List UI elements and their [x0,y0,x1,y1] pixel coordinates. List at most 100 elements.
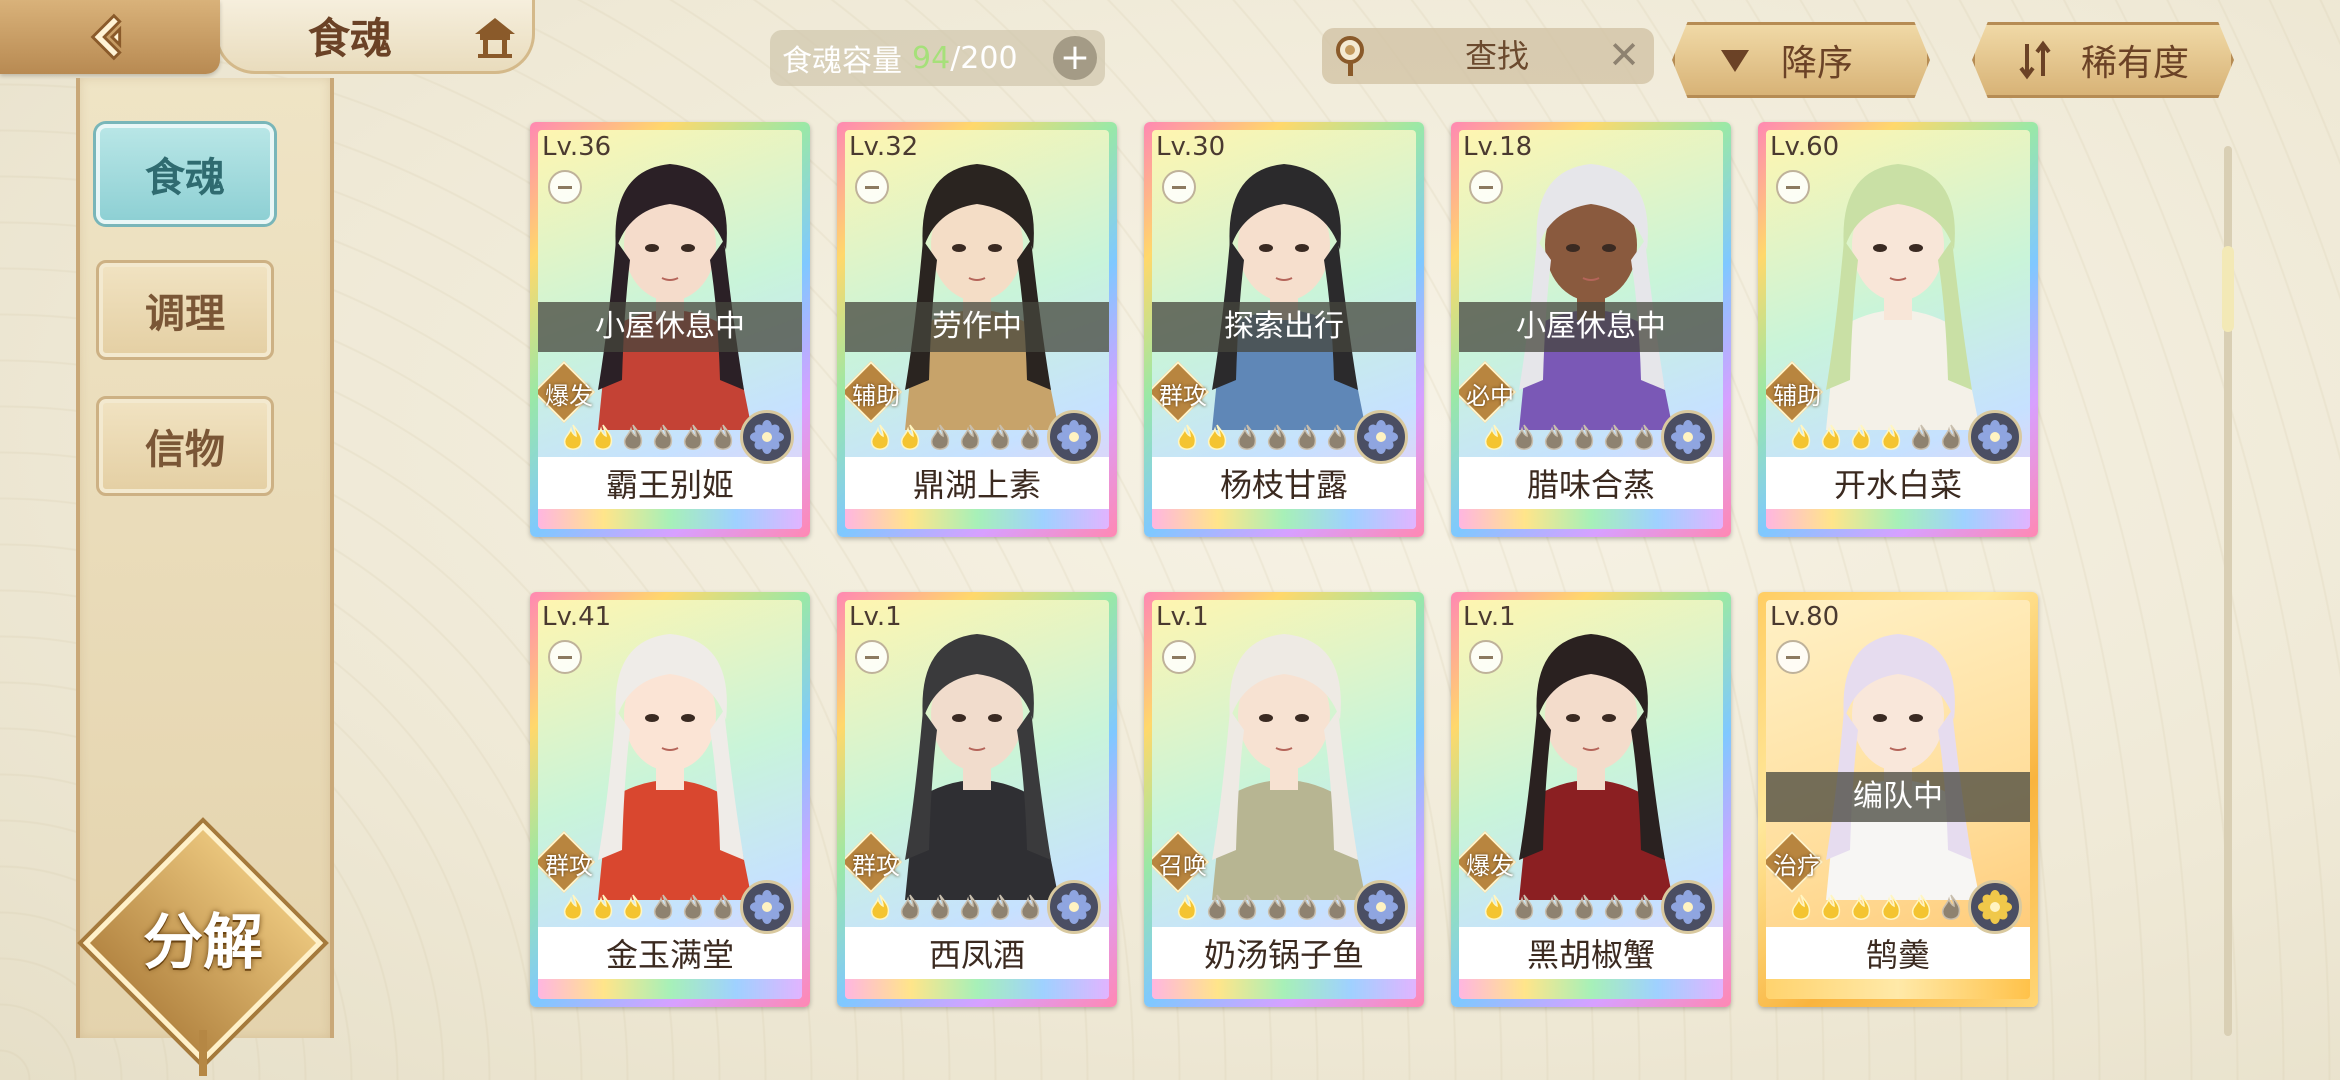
element-flower-icon [1661,880,1715,934]
role-label: 群攻 [1159,382,1207,410]
lock-icon[interactable] [548,170,582,204]
rarity-flame-icon [1514,424,1534,450]
rarity-flame-icon [593,894,613,920]
role-badge: 治疗 [1766,830,1824,894]
rarity-flame-icon [683,894,703,920]
lock-icon[interactable] [1469,170,1503,204]
rarity-flame-icon [960,424,980,450]
capacity-max: /200 [950,40,1018,76]
rarity-flame-icon [930,424,950,450]
clear-search-icon[interactable]: ✕ [1608,36,1640,74]
sort-field-button[interactable]: 稀有度 [1972,22,2234,98]
sort-field-label: 稀有度 [2081,43,2190,84]
card-bottom-strip [1152,509,1416,529]
rarity-flame-icon [1544,894,1564,920]
rarity-flame-icon [1327,894,1347,920]
card-bottom-strip [845,509,1109,529]
food-soul-card[interactable]: Lv.1 群攻 西凤酒 [837,592,1117,1007]
food-soul-card[interactable]: Lv.32 劳作中 辅助 鼎湖上素 [837,122,1117,537]
level-label: Lv.80 [1770,602,1840,632]
level-label: Lv.1 [1156,602,1209,632]
house-icon[interactable] [470,12,520,62]
lock-icon[interactable] [1776,640,1810,674]
lock-icon[interactable] [1162,170,1196,204]
role-badge: 群攻 [1152,360,1210,424]
food-soul-card[interactable]: Lv.1 召唤 奶汤锅子鱼 [1144,592,1424,1007]
flower-icon [1671,890,1705,924]
tab-food-souls[interactable]: 食魂 [96,124,274,224]
food-soul-card[interactable]: Lv.41 群攻 金玉满堂 [530,592,810,1007]
card-bottom-strip [1766,979,2030,999]
card-body: Lv.32 劳作中 辅助 鼎湖上素 [845,130,1109,529]
element-flower-icon [1661,410,1715,464]
rarity-flame-icon [1604,424,1624,450]
rarity-flame-icon [1851,424,1871,450]
level-label: Lv.1 [849,602,902,632]
food-soul-card[interactable]: Lv.60 辅助 开水白菜 [1758,122,2038,537]
role-badge: 必中 [1459,360,1517,424]
sort-order-button[interactable]: 降序 [1672,22,1930,98]
role-label: 辅助 [852,382,900,410]
level-label: Lv.41 [542,602,612,632]
character-name: 霸王别姬 [538,457,802,509]
rarity-flame-icon [1604,894,1624,920]
expand-capacity-button[interactable]: + [1053,36,1097,80]
element-flower-icon [740,880,794,934]
rarity-flame-icon [1911,894,1931,920]
scrollbar-thumb[interactable] [2222,246,2234,332]
lock-icon[interactable] [855,640,889,674]
flower-icon [1057,420,1091,454]
status-banner: 编队中 [1766,772,2030,822]
tab-cooking[interactable]: 调理 [96,260,274,360]
flower-icon [1978,420,2012,454]
lock-icon[interactable] [855,170,889,204]
rarity-flame-icon [683,424,703,450]
character-name: 西凤酒 [845,927,1109,979]
tab-label: 信物 [145,426,225,473]
food-soul-card[interactable]: Lv.1 爆发 黑胡椒蟹 [1451,592,1731,1007]
role-label: 必中 [1466,382,1514,410]
level-label: Lv.1 [1463,602,1516,632]
card-body: Lv.18 小屋休息中 必中 腊味合蒸 [1459,130,1723,529]
search-input[interactable] [1392,28,1602,84]
lock-icon[interactable] [1776,170,1810,204]
character-name: 鹄羹 [1766,927,2030,979]
rarity-stars [1481,423,1657,453]
rarity-flame-icon [1514,894,1534,920]
plus-icon: + [1059,37,1091,78]
food-soul-card[interactable]: Lv.80 编队中 治疗 鹄羹 [1758,592,2038,1007]
rarity-stars [1174,423,1350,453]
tab-label: 调理 [145,290,225,337]
decompose-label: 分解 [143,908,263,978]
rarity-flame-icon [990,424,1010,450]
tab-tokens[interactable]: 信物 [96,396,274,496]
rarity-flame-icon [653,424,673,450]
flower-icon [1057,890,1091,924]
rarity-flame-icon [1237,894,1257,920]
lock-icon[interactable] [548,640,582,674]
food-soul-card[interactable]: Lv.18 小屋休息中 必中 腊味合蒸 [1451,122,1731,537]
character-name: 腊味合蒸 [1459,457,1723,509]
card-body: Lv.36 小屋休息中 爆发 霸王别姬 [538,130,802,529]
role-label: 爆发 [545,382,593,410]
down-triangle-icon [1721,50,1749,72]
rarity-flame-icon [1634,424,1654,450]
rarity-flame-icon [1177,894,1197,920]
flower-icon [750,890,784,924]
card-body: Lv.30 探索出行 群攻 杨枝甘露 [1152,130,1416,529]
food-soul-card[interactable]: Lv.36 小屋休息中 爆发 霸王别姬 [530,122,810,537]
flower-icon [1978,890,2012,924]
rarity-flame-icon [1207,424,1227,450]
page-title: 食魂 [308,14,393,63]
lock-icon[interactable] [1162,640,1196,674]
lock-icon[interactable] [1469,640,1503,674]
card-bottom-strip [1459,979,1723,999]
level-label: Lv.60 [1770,132,1840,162]
element-flower-icon [1354,410,1408,464]
card-bottom-strip [1766,509,2030,529]
flower-icon [1364,890,1398,924]
status-banner: 小屋休息中 [1459,302,1723,352]
rarity-flame-icon [1267,894,1287,920]
food-soul-card[interactable]: Lv.30 探索出行 群攻 杨枝甘露 [1144,122,1424,537]
back-button[interactable] [0,0,220,74]
